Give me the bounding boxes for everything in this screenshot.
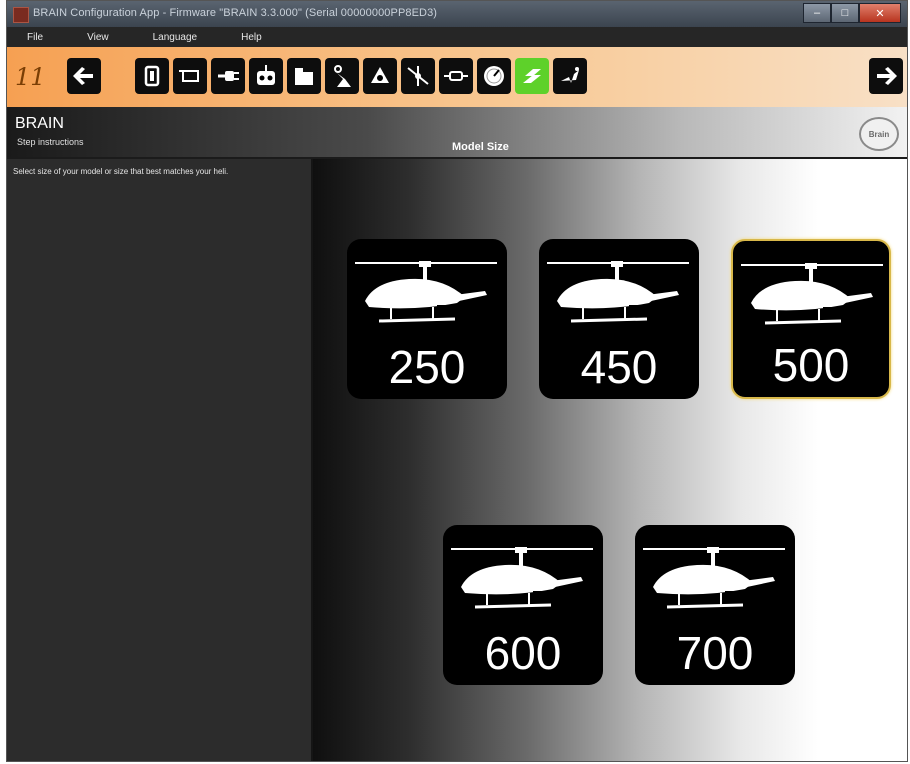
helicopter-icon bbox=[643, 547, 785, 609]
instruction-text: Select size of your model or size that b… bbox=[13, 167, 229, 176]
step-mount-button[interactable] bbox=[173, 58, 207, 94]
brain-logo: Brain bbox=[859, 117, 899, 151]
size-250-tile[interactable]: 250 bbox=[347, 239, 507, 399]
step-swashplate-button[interactable] bbox=[363, 58, 397, 94]
sensor-icon bbox=[444, 71, 468, 81]
size-450-tile[interactable]: 450 bbox=[539, 239, 699, 399]
size-500-tile[interactable]: 500 bbox=[731, 239, 891, 399]
size-600-tile[interactable]: 600 bbox=[443, 525, 603, 685]
back-button[interactable] bbox=[67, 58, 101, 94]
close-button[interactable]: ✕ bbox=[859, 3, 901, 23]
minimize-button[interactable]: – bbox=[803, 3, 831, 23]
page-header: BRAIN Step instructions Model Size Brain bbox=[7, 107, 907, 157]
step-sensor-button[interactable] bbox=[439, 58, 473, 94]
plug-icon bbox=[218, 71, 239, 81]
flight-icon bbox=[561, 67, 579, 83]
size-label: 450 bbox=[580, 341, 658, 393]
window-controls: – □ ✕ bbox=[803, 3, 901, 23]
receiver-icon bbox=[144, 65, 160, 87]
helicopter-icon bbox=[355, 261, 497, 323]
menu-help[interactable]: Help bbox=[219, 32, 284, 43]
servo-icon bbox=[334, 65, 351, 87]
helicopter-icon bbox=[741, 263, 883, 325]
step-gauge-button[interactable] bbox=[477, 58, 511, 94]
helicopter-icon bbox=[451, 547, 593, 609]
step-flight-button[interactable] bbox=[553, 58, 587, 94]
step-rotor-button[interactable] bbox=[401, 58, 435, 94]
size-label: 700 bbox=[676, 627, 754, 679]
menu-view[interactable]: View bbox=[65, 32, 131, 43]
step-servo-button[interactable] bbox=[325, 58, 359, 94]
menu-language[interactable]: Language bbox=[131, 32, 220, 43]
swashplate-icon bbox=[371, 67, 389, 83]
app-icon bbox=[13, 7, 29, 23]
maximize-button[interactable]: □ bbox=[831, 3, 859, 23]
next-arrow-icon bbox=[877, 67, 897, 85]
section-title: Model Size bbox=[452, 141, 509, 153]
gauge-icon bbox=[484, 66, 504, 86]
model-size-panel: 250 450 500 600 700 bbox=[313, 159, 907, 761]
size-label: 600 bbox=[484, 627, 562, 679]
window-title: BRAIN Configuration App - Firmware "BRAI… bbox=[33, 7, 438, 19]
step-transmitter-button[interactable] bbox=[249, 58, 283, 94]
rotor-icon bbox=[407, 66, 429, 86]
brand-title: BRAIN bbox=[15, 115, 64, 132]
menu-bar: File View Language Help bbox=[7, 27, 907, 47]
transmitter-icon bbox=[257, 65, 275, 85]
mount-icon bbox=[179, 70, 199, 82]
back-arrow-icon bbox=[73, 67, 93, 85]
size-label: 500 bbox=[772, 339, 850, 391]
wizard-toolbar: 11 bbox=[7, 47, 907, 107]
box-icon bbox=[295, 68, 313, 85]
next-button[interactable] bbox=[869, 58, 903, 94]
step-instructions-label: Step instructions bbox=[17, 137, 84, 147]
instructions-panel: Select size of your model or size that b… bbox=[7, 159, 313, 761]
size-700-tile[interactable]: 700 bbox=[635, 525, 795, 685]
menu-file[interactable]: File bbox=[7, 32, 65, 43]
step-receiver-button[interactable] bbox=[135, 58, 169, 94]
app-window: BRAIN Configuration App - Firmware "BRAI… bbox=[6, 0, 908, 762]
helicopter-icon bbox=[547, 261, 689, 323]
step-box-button[interactable] bbox=[287, 58, 321, 94]
size-label: 250 bbox=[388, 341, 466, 393]
step-model-size-button[interactable] bbox=[515, 58, 549, 94]
step-power-button[interactable] bbox=[211, 58, 245, 94]
step-number: 11 bbox=[15, 63, 46, 91]
model-size-icon bbox=[523, 69, 541, 83]
title-bar[interactable]: BRAIN Configuration App - Firmware "BRAI… bbox=[7, 1, 907, 27]
